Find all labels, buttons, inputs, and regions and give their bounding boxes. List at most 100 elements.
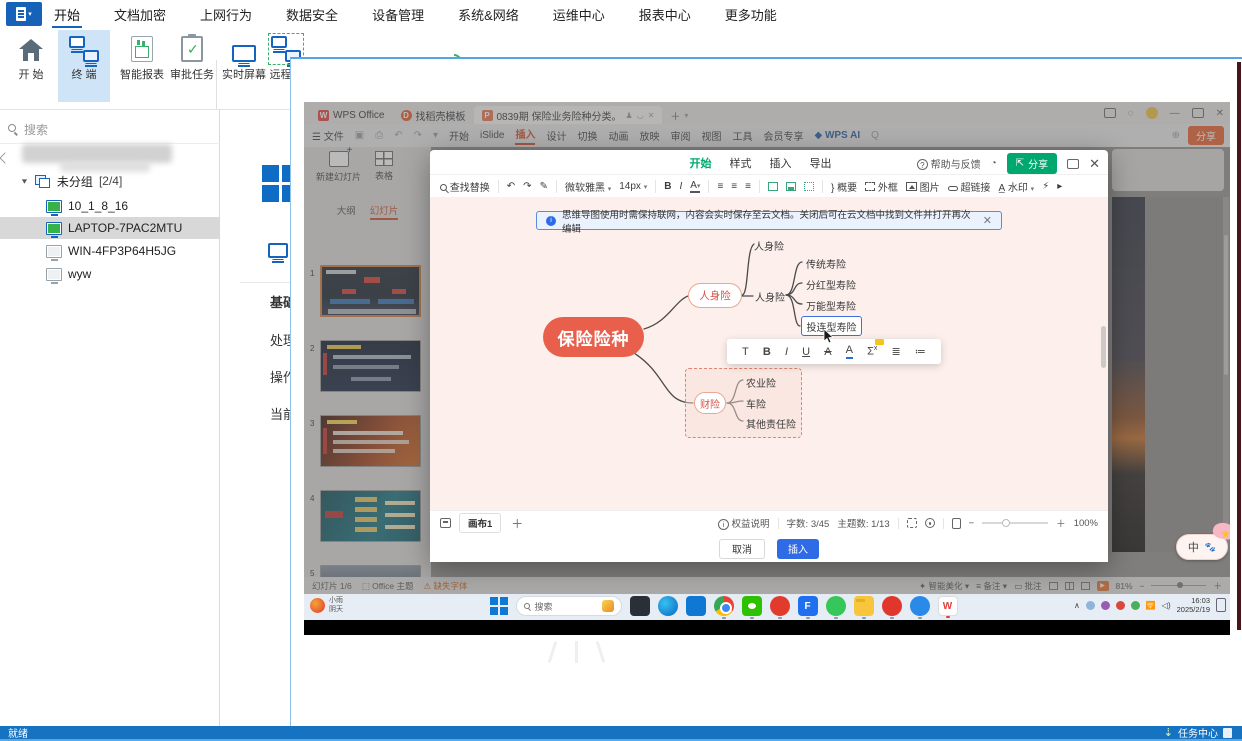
underline-button[interactable]: U <box>802 346 810 358</box>
text-style-button[interactable]: T <box>742 346 749 358</box>
file-explorer-icon[interactable] <box>853 596 874 619</box>
equation-button[interactable]: Σx <box>867 339 885 358</box>
insert-subtopic-icon[interactable] <box>785 181 796 191</box>
tray-app-icon-2[interactable] <box>1115 600 1125 610</box>
terminal-row-win[interactable]: WIN-4FP3P64H5JG <box>0 240 220 262</box>
insert-button[interactable]: 插入 <box>777 538 819 559</box>
watermark-button[interactable]: A̲ 水印 ▾ <box>998 179 1034 194</box>
strikethrough-button[interactable]: A <box>824 346 831 358</box>
toolbar-home-button[interactable]: 开 始 <box>8 30 54 102</box>
mindmap-root-node[interactable]: 保险险种 <box>543 317 644 357</box>
minimap-icon[interactable] <box>951 517 961 529</box>
numbered-list-button[interactable]: ≔ <box>915 345 926 358</box>
clock[interactable]: 16:03 2025/2/19 <box>1177 596 1210 615</box>
zoom-slider[interactable] <box>982 519 1049 527</box>
menu-tab-more[interactable]: 更多功能 <box>723 0 779 30</box>
canvas-tab[interactable]: 画布1 <box>459 513 502 533</box>
app-menu-button[interactable]: ▾ <box>6 2 42 26</box>
tray-cloud-icon[interactable] <box>1085 600 1095 610</box>
red-app-icon[interactable] <box>881 596 902 619</box>
dialog-close-icon[interactable]: ✕ <box>1089 156 1100 172</box>
notification-icon[interactable] <box>1216 598 1226 613</box>
tree-group-row[interactable]: ▼ 未分组 [2/4] <box>0 170 220 192</box>
bold-button[interactable]: B <box>763 346 771 358</box>
help-feedback-link[interactable]: ? 帮助与反馈 <box>916 156 981 171</box>
quark-browser-icon[interactable] <box>909 596 930 619</box>
taskbar-search[interactable]: 搜索 <box>515 596 622 616</box>
search-input[interactable] <box>24 121 194 139</box>
volume-icon[interactable]: ◁) <box>1162 601 1171 610</box>
chrome-icon[interactable] <box>713 596 734 619</box>
align-right-icon[interactable]: ≡ <box>745 181 751 192</box>
toolbar-live-screen-button[interactable]: 实时屏幕 <box>222 30 266 102</box>
insert-topic-icon[interactable] <box>767 181 778 191</box>
add-canvas-button[interactable]: ＋ <box>511 515 523 532</box>
green-app-icon[interactable] <box>825 596 846 619</box>
mindmap-child-life-mid[interactable]: 人身险 <box>755 289 785 304</box>
tray-app-icon-3[interactable] <box>1130 600 1140 610</box>
mindmap-leaf-liability[interactable]: 其他责任险 <box>746 416 796 431</box>
font-color-button[interactable]: A <box>845 344 853 359</box>
summary-button[interactable]: } 概要 <box>831 179 857 194</box>
store-icon[interactable] <box>685 596 706 616</box>
undo-icon[interactable]: ↶ <box>507 181 515 192</box>
cancel-button[interactable]: 取消 <box>719 538 765 559</box>
mindmap-canvas[interactable]: i 思维导图使用时需保持联网，内容会实时保存至云文档。关闭后可在云文档中找到文件… <box>430 198 1108 510</box>
bullet-list-button[interactable]: ≣ <box>892 345 901 358</box>
terminal-row-10-1-8-16[interactable]: 10_1_8_16 <box>0 195 220 217</box>
mindmap-leaf-dividend[interactable]: 分红型寿险 <box>806 277 856 292</box>
popout-icon[interactable] <box>1067 158 1080 169</box>
menu-tab-web-behavior[interactable]: 上网行为 <box>198 0 254 30</box>
find-replace-button[interactable]: 查找替换 <box>440 179 490 194</box>
toolbar-approval-button[interactable]: 审批任务 <box>168 30 216 102</box>
layers-icon[interactable] <box>440 518 451 528</box>
menu-tab-report-center[interactable]: 报表中心 <box>637 0 693 30</box>
dialog-tab-export[interactable]: 导出 <box>809 155 831 171</box>
mindmap-child-life-top[interactable]: 人身险 <box>754 238 784 253</box>
font-family-select[interactable]: 微软雅黑 ▾ <box>565 179 611 194</box>
menu-tab-ops-center[interactable]: 运维中心 <box>551 0 607 30</box>
menu-tab-data-security[interactable]: 数据安全 <box>284 0 340 30</box>
terminal-root-blurred[interactable] <box>22 144 172 163</box>
more-tools-icon[interactable]: ⚡ <box>1042 181 1049 192</box>
taskbar-weather-widget[interactable]: 小雨 阴天 <box>310 596 343 614</box>
dialog-share-button[interactable]: ⇱ 分享 <box>1006 153 1058 174</box>
mindmap-leaf-universal[interactable]: 万能型寿险 <box>806 298 856 313</box>
canvas-scrollbar[interactable] <box>1101 326 1106 368</box>
locate-center-icon[interactable] <box>924 518 935 528</box>
bold-button[interactable]: B <box>664 181 671 192</box>
task-center-link[interactable]: 任务中心 <box>1178 725 1218 740</box>
align-center-icon[interactable]: ≡ <box>731 181 737 192</box>
start-button[interactable] <box>490 597 508 615</box>
terminal-row-wyw[interactable]: wyw <box>0 263 220 285</box>
hyperlink-button[interactable]: 超链接 <box>947 179 990 194</box>
zoom-in-icon[interactable]: ＋ <box>1056 516 1066 530</box>
wps-taskbar-icon[interactable]: W <box>937 596 958 618</box>
opera-icon[interactable] <box>769 596 790 619</box>
font-size-select[interactable]: 14px ▾ <box>619 181 647 192</box>
font-color-button[interactable]: A▾ <box>690 180 701 193</box>
expand-more-icon[interactable]: ▸ <box>1057 181 1062 192</box>
mindmap-branch-life[interactable]: 人身险 <box>688 283 742 308</box>
chevron-down-icon[interactable]: ▼ <box>20 177 29 185</box>
mindmap-leaf-traditional[interactable]: 传统寿险 <box>806 256 846 271</box>
image-button[interactable]: 图片 <box>905 179 940 194</box>
toolbar-smart-report-button[interactable]: 智能报表 <box>114 30 170 102</box>
sidebar-search[interactable] <box>0 118 220 144</box>
task-list-icon[interactable] <box>1223 727 1232 738</box>
edge-icon[interactable] <box>657 596 678 616</box>
format-factory-icon[interactable]: F <box>797 596 818 619</box>
theme-toggle-icon[interactable]: ◔ <box>991 158 997 169</box>
insert-relation-icon[interactable] <box>803 181 814 191</box>
ime-floating-pill[interactable]: ★ 中 🐾 <box>1176 520 1230 560</box>
mindmap-leaf-auto[interactable]: 车险 <box>746 396 766 411</box>
dialog-tab-style[interactable]: 样式 <box>729 155 751 171</box>
mindmap-leaf-agriculture[interactable]: 农业险 <box>746 375 776 390</box>
tray-app-icon[interactable] <box>1100 600 1110 610</box>
italic-button[interactable]: I <box>785 346 788 358</box>
tray-expand-icon[interactable]: ∧ <box>1074 601 1080 610</box>
menu-tab-doc-encrypt[interactable]: 文档加密 <box>112 0 168 30</box>
zoom-out-icon[interactable]: − <box>969 518 975 529</box>
frame-button[interactable]: 外框 <box>865 179 898 194</box>
align-left-icon[interactable]: ≡ <box>717 181 723 192</box>
